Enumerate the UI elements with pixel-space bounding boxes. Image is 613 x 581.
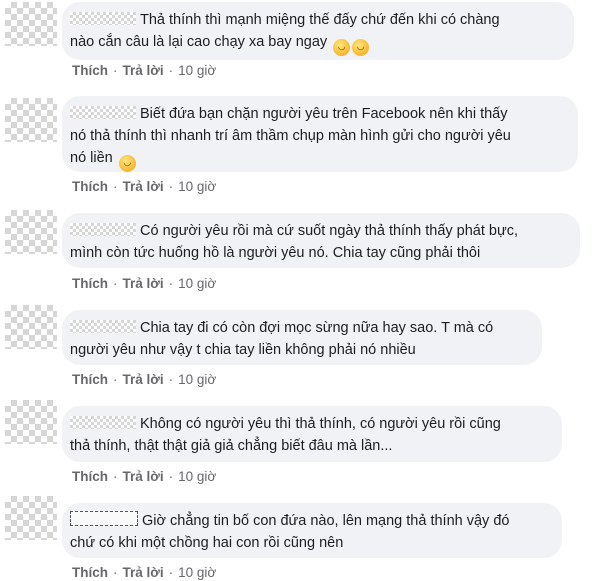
separator-dot: · — [168, 469, 174, 484]
comment-actions: Thích · Trả lời · 10 giờ — [72, 565, 216, 580]
comment-timestamp[interactable]: 10 giờ — [178, 469, 216, 484]
separator-dot: · — [113, 372, 118, 387]
comment-bubble: Có người yêu rồi mà cứ suốt ngày thả thí… — [62, 213, 580, 268]
reply-link[interactable]: Trả lời — [123, 63, 164, 78]
avatar[interactable] — [5, 2, 57, 46]
reply-link[interactable]: Trả lời — [123, 276, 164, 291]
comment-text: Biết đứa bạn chặn người yêu trên Faceboo… — [70, 103, 566, 172]
comment-timestamp[interactable]: 10 giờ — [178, 276, 216, 291]
comment-bubble: Giờ chẳng tin bố con đứa nào, lên mạng t… — [62, 503, 562, 558]
like-link[interactable]: Thích — [72, 63, 108, 78]
commenter-name[interactable] — [70, 12, 136, 25]
comment-timestamp[interactable]: 10 giờ — [178, 372, 216, 387]
like-link[interactable]: Thích — [72, 276, 108, 291]
comment-bubble: Chia tay đi có còn đợi mọc sừng nữa hay … — [62, 310, 542, 365]
comment-line: thả thính, thật thật giả giả chẳng biết … — [70, 438, 393, 454]
comment-actions: Thích · Trả lời · 10 giờ — [72, 179, 216, 194]
commenter-name[interactable] — [70, 320, 136, 333]
like-link[interactable]: Thích — [72, 179, 108, 194]
comment-line: Chia tay đi có còn đợi mọc sừng nữa hay … — [140, 320, 494, 336]
rolling-on-floor-laughing-emoji: ◡ — [352, 39, 370, 56]
separator-dot: · — [113, 469, 118, 484]
commenter-name[interactable] — [70, 223, 136, 236]
comment-text: Thả thính thì mạnh miệng thế đấy chứ đến… — [70, 9, 562, 56]
reply-link[interactable]: Trả lời — [123, 469, 164, 484]
comment-line: mình còn tức huống hồ là người yêu nó. C… — [70, 245, 481, 261]
avatar[interactable] — [5, 210, 57, 254]
comment-line: chứ có khi một chồng hai con rồi cũng nê… — [70, 535, 344, 551]
comment-line: nó thả thính thì nhanh trí âm thầm chụp … — [70, 128, 511, 144]
separator-dot: · — [168, 372, 174, 387]
rolling-on-floor-laughing-emoji: ◡ — [333, 39, 351, 56]
avatar[interactable] — [5, 305, 57, 349]
comment-line: Giờ chẳng tin bố con đứa nào, lên mạng t… — [142, 513, 510, 529]
separator-dot: · — [113, 179, 118, 194]
comment-text: Không có người yêu thì thả thính, có ngư… — [70, 413, 550, 457]
avatar[interactable] — [5, 496, 57, 540]
like-link[interactable]: Thích — [72, 372, 108, 387]
comment-text: Có người yêu rồi mà cứ suốt ngày thả thí… — [70, 220, 568, 264]
grinning-squinting-emoji: ◡ — [118, 155, 136, 172]
comment-line: Thả thính thì mạnh miệng thế đấy chứ đến… — [140, 12, 500, 28]
comment-actions: Thích · Trả lời · 10 giờ — [72, 372, 216, 387]
separator-dot: · — [113, 63, 118, 78]
commenter-name[interactable] — [70, 106, 136, 119]
comment-line: Biết đứa bạn chặn người yêu trên Faceboo… — [140, 106, 508, 122]
comment-text: Giờ chẳng tin bố con đứa nào, lên mạng t… — [70, 510, 550, 554]
separator-dot: · — [113, 565, 118, 580]
comment-line: nào cắn câu là lại cao chạy xa bay ngay — [70, 34, 328, 50]
comment-bubble: Thả thính thì mạnh miệng thế đấy chứ đến… — [62, 2, 574, 60]
comment-line: người yêu như vậy t chia tay liền không … — [70, 342, 416, 358]
comment-bubble: Biết đứa bạn chặn người yêu trên Faceboo… — [62, 96, 578, 172]
commenter-name[interactable] — [70, 416, 136, 429]
comment-actions: Thích · Trả lời · 10 giờ — [72, 276, 216, 291]
separator-dot: · — [168, 565, 174, 580]
comment-bubble: Không có người yêu thì thả thính, có ngư… — [62, 406, 562, 462]
comment-timestamp[interactable]: 10 giờ — [178, 179, 216, 194]
comment-timestamp[interactable]: 10 giờ — [178, 565, 216, 580]
avatar[interactable] — [5, 400, 57, 444]
separator-dot: · — [168, 179, 174, 194]
separator-dot: · — [168, 276, 174, 291]
avatar[interactable] — [5, 98, 57, 142]
comment-line: Không có người yêu thì thả thính, có ngư… — [140, 416, 501, 432]
reply-link[interactable]: Trả lời — [123, 372, 164, 387]
comment-text: Chia tay đi có còn đợi mọc sừng nữa hay … — [70, 317, 530, 361]
comment-actions: Thích · Trả lời · 10 giờ — [72, 469, 216, 484]
comment-line: nó liền — [70, 150, 113, 166]
like-link[interactable]: Thích — [72, 469, 108, 484]
like-link[interactable]: Thích — [72, 565, 108, 580]
comment-timestamp[interactable]: 10 giờ — [178, 63, 216, 78]
comment-line: Có người yêu rồi mà cứ suốt ngày thả thí… — [140, 223, 518, 239]
separator-dot: · — [168, 63, 174, 78]
comment-actions: Thích · Trả lời · 10 giờ — [72, 63, 216, 78]
commenter-name[interactable] — [70, 511, 138, 526]
separator-dot: · — [113, 276, 118, 291]
reply-link[interactable]: Trả lời — [123, 565, 164, 580]
reply-link[interactable]: Trả lời — [123, 179, 164, 194]
